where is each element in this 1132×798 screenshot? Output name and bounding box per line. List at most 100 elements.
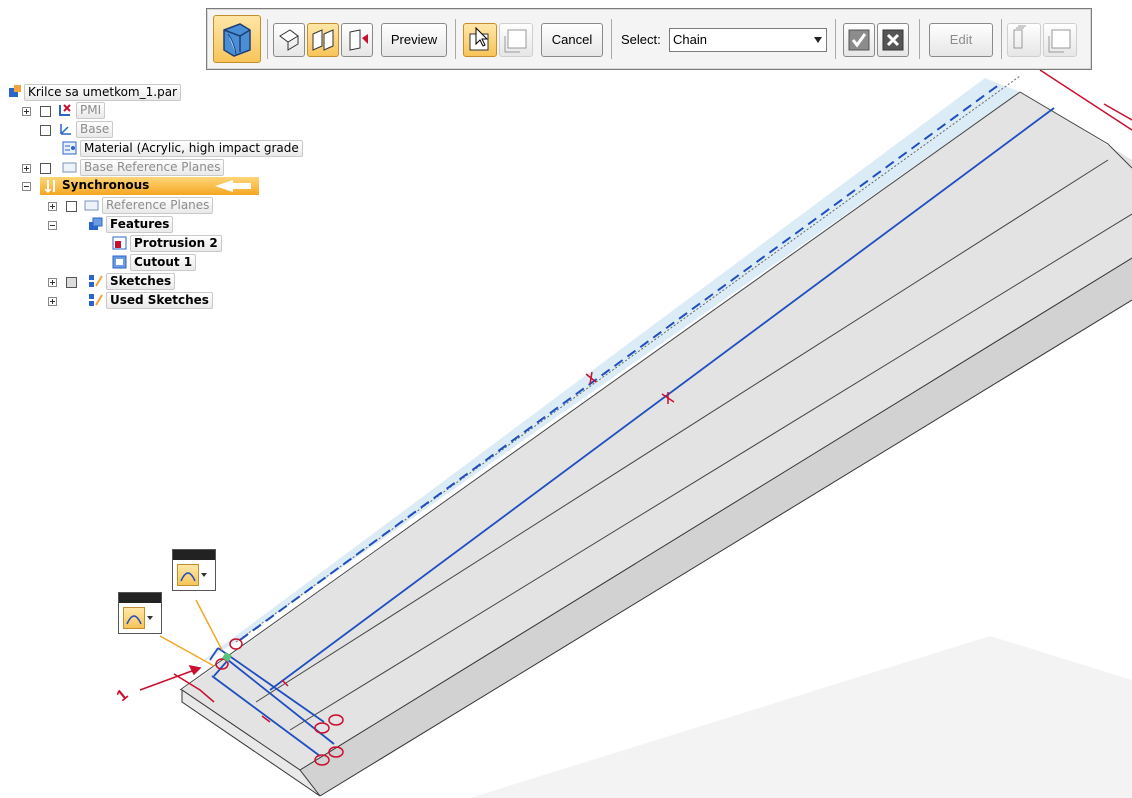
multi-face-icon <box>312 29 334 51</box>
pattern-button[interactable] <box>1007 23 1041 57</box>
collapse-synchronous-toggle[interactable] <box>22 182 31 191</box>
extrude-main-button[interactable] <box>213 15 261 63</box>
quickpick-callout-lower[interactable] <box>118 592 162 634</box>
sketches-checkbox[interactable] <box>66 277 77 288</box>
expand-pmi-toggle[interactable] <box>22 107 31 116</box>
front-face <box>300 258 1132 796</box>
arc-profile-icon <box>126 615 142 625</box>
select-step-button[interactable] <box>463 23 497 57</box>
expand-ref-planes-toggle[interactable] <box>48 202 57 211</box>
base-ref-planes-checkbox[interactable] <box>40 163 51 174</box>
left-end-face <box>182 690 320 796</box>
arc-profile-button[interactable] <box>123 607 145 629</box>
profile-lines <box>209 647 335 757</box>
tree-item-features[interactable]: Features <box>106 216 174 233</box>
sketch-icon <box>89 294 103 306</box>
extent-step-icon <box>504 29 527 53</box>
sketch-icon <box>89 275 103 287</box>
extrude-solid-icon <box>223 23 251 57</box>
select-dropdown[interactable]: Chain <box>669 28 827 52</box>
cutout-icon <box>112 255 127 269</box>
accept-button[interactable] <box>843 23 875 57</box>
tree-item-protrusion[interactable]: Protrusion 2 <box>130 235 222 252</box>
separator <box>919 19 920 59</box>
coordinate-system-icon <box>60 124 71 135</box>
far-edge <box>1019 91 1132 169</box>
tree-item-ref-planes[interactable]: Reference Planes <box>102 197 214 214</box>
select-value: Chain <box>673 32 707 47</box>
tree-item-cutout[interactable]: Cutout 1 <box>130 254 197 271</box>
collapse-features-toggle[interactable] <box>48 221 57 230</box>
edit-label: Edit <box>949 32 973 47</box>
highlight-point <box>222 652 232 662</box>
selected-chain-dashed <box>239 83 1001 641</box>
base-checkbox[interactable] <box>40 125 51 136</box>
chevron-down-icon[interactable] <box>199 570 209 580</box>
cancel-button[interactable]: Cancel <box>541 23 603 57</box>
preview-label: Preview <box>390 32 438 47</box>
end-edge <box>181 689 321 797</box>
tree-item-material[interactable]: Material (Acrylic, high impact grade <box>80 140 303 157</box>
chevron-down-icon <box>814 37 822 43</box>
arc-profile-button[interactable] <box>177 564 199 586</box>
close-icon <box>882 29 904 51</box>
pmi-checkbox[interactable] <box>40 106 51 117</box>
selected-face <box>190 78 1020 670</box>
extent-step-button[interactable] <box>499 23 533 57</box>
multi-face-button[interactable] <box>307 23 339 57</box>
tree-item-sketches[interactable]: Sketches <box>106 273 176 290</box>
select-label: Select: <box>621 32 661 47</box>
edit-button[interactable]: Edit <box>929 23 993 57</box>
reject-button[interactable] <box>877 23 909 57</box>
chevron-down-icon[interactable] <box>145 613 155 623</box>
pmi-icon <box>59 104 71 116</box>
callout-titlebar <box>173 550 215 560</box>
base-edge <box>319 299 1132 797</box>
select-step-icon <box>469 26 489 51</box>
tree-root[interactable]: Krilce sa umetkom_1.par <box>24 84 181 101</box>
synchronous-highlight[interactable]: Synchronous <box>40 177 259 195</box>
single-face-button[interactable] <box>273 23 305 57</box>
part-icon <box>9 85 21 97</box>
expand-base-ref-planes-toggle[interactable] <box>22 164 31 173</box>
expand-sketches-toggle[interactable] <box>48 278 57 287</box>
bottom-edge <box>299 257 1132 771</box>
single-face-icon <box>279 29 299 51</box>
mid-edge <box>255 159 1109 703</box>
top-edge <box>179 91 1021 691</box>
selected-chain-line <box>269 107 1055 691</box>
tree-item-synchronous: Synchronous <box>62 178 150 192</box>
extent-step-icon <box>1048 29 1071 53</box>
direction-arrow-icon <box>349 29 368 51</box>
tree-item-base-ref-planes[interactable]: Base Reference Planes <box>80 159 225 176</box>
protrusion-icon <box>112 236 127 250</box>
tree-item-pmi[interactable]: PMI <box>76 102 106 119</box>
callout-leader-1 <box>159 635 215 667</box>
top-face <box>182 92 1132 770</box>
reference-plane-icon <box>84 200 99 211</box>
ref-planes-checkbox[interactable] <box>66 201 77 212</box>
tree-item-base[interactable]: Base <box>76 121 114 138</box>
separator <box>1001 19 1002 59</box>
pin-arrow-icon <box>215 180 251 192</box>
arc-profile-icon <box>180 572 196 582</box>
checkmark-icon <box>848 29 870 51</box>
tree-item-used-sketches[interactable]: Used Sketches <box>106 292 213 309</box>
separator <box>455 19 456 59</box>
separator <box>267 19 268 59</box>
quickpick-callout-upper[interactable] <box>172 549 216 591</box>
model-viewport[interactable]: 1 <box>0 0 1132 798</box>
direction-button[interactable] <box>341 23 373 57</box>
extent-option-button[interactable] <box>1043 23 1077 57</box>
synchronous-icon <box>44 180 55 193</box>
cancel-label: Cancel <box>551 32 593 47</box>
separator <box>611 19 612 59</box>
dimension-leader <box>139 664 215 703</box>
inner-edge <box>289 213 1132 731</box>
floor-shadow <box>470 636 1132 798</box>
expand-used-sketches-toggle[interactable] <box>48 297 57 306</box>
callout-titlebar <box>119 593 161 603</box>
preview-button[interactable]: Preview <box>381 23 447 57</box>
constraint-markers <box>215 69 1132 766</box>
material-icon <box>62 141 77 155</box>
